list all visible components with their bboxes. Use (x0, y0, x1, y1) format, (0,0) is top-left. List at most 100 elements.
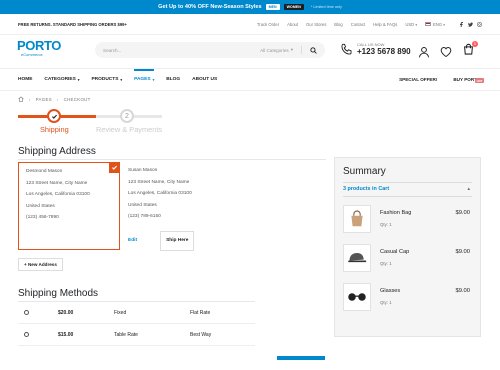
utility-link-stores[interactable]: Our Stores (306, 22, 326, 27)
product-qty: Qty: 1 (380, 300, 392, 305)
language-select[interactable]: ENG ▾ (425, 22, 445, 27)
cart-button[interactable]: 0 (462, 41, 478, 61)
utility-bar: FREE RETURNS. STANDARD SHIPPING ORDERS $… (18, 14, 482, 34)
breadcrumb-checkout: CHECKOUT (63, 96, 91, 102)
products-in-cart-toggle[interactable]: 3 products in Cart (343, 186, 389, 192)
promo-lead: Get Up to 40% OFF New-Season Styles (158, 4, 262, 10)
promo-women-button[interactable]: WOMEN (283, 4, 304, 10)
product-qty: Qty: 1 (380, 261, 392, 266)
utility-links: Track Order About Our Stores Blog Contac… (257, 21, 482, 27)
promo-men-button[interactable]: MEN (265, 4, 280, 10)
special-offer-link[interactable]: SPECIAL OFFER! (399, 77, 437, 82)
new-address-button[interactable]: + New Address (18, 258, 63, 271)
promo-note: * Limited time only (310, 5, 342, 9)
shipping-method-row[interactable]: $15.00 Table Rate Best Way (18, 324, 255, 346)
utility-link-help[interactable]: Help & FAQs (373, 22, 397, 27)
phone-number: +123 5678 890 (357, 47, 411, 56)
edit-address-link[interactable]: Edit (128, 235, 137, 247)
address-phone: (123) 789-6150 (128, 214, 161, 219)
address-city: Los Angeles, California 03100 (128, 191, 192, 196)
utility-link-contact[interactable]: Contact (351, 22, 365, 27)
instagram-icon[interactable] (477, 21, 482, 27)
chevron-down-icon: ▾ (120, 77, 123, 82)
address-country: United States (128, 202, 157, 208)
product-name: Casual Cap (380, 249, 410, 255)
selected-check (109, 162, 120, 173)
facebook-icon[interactable] (459, 21, 464, 27)
step-review-label: Review & Payments (96, 125, 163, 134)
divider (343, 196, 472, 197)
search-category-select[interactable]: All Categories ▾ (260, 47, 293, 53)
glasses-icon (343, 283, 371, 311)
shipping-method-code: Table Rate (114, 331, 138, 338)
utility-link-blog[interactable]: Blog (334, 22, 342, 27)
product-name: Glasses (380, 288, 401, 294)
nav-item-blog[interactable]: BLOG (166, 69, 180, 90)
buy-porto-link[interactable]: BUY PORTO! HOT (453, 77, 484, 83)
shipping-method-radio[interactable] (24, 310, 29, 315)
chevron-down-icon: ▾ (152, 77, 155, 82)
address-card[interactable]: Susan Mason 123 Street Name, City Name L… (121, 162, 221, 251)
next-button[interactable] (277, 356, 325, 360)
nav-item-about-us[interactable]: ABOUT US (192, 69, 217, 90)
check-icon (51, 114, 57, 119)
shipping-address-title: Shipping Address (18, 146, 96, 157)
address-phone: (123) 456-7890 (26, 215, 59, 220)
chevron-down-icon: ▾ (443, 22, 445, 27)
home-icon[interactable] (18, 96, 24, 102)
logo[interactable]: PORTO eCommerce (17, 39, 61, 57)
shipping-method-name: Best Way (190, 331, 212, 338)
address-street: 123 Street Name, City Name (128, 179, 190, 185)
shipping-method-radio[interactable] (24, 332, 29, 337)
nav-item-products[interactable]: PRODUCTS ▾ (91, 69, 122, 90)
cap-icon (343, 244, 371, 272)
address-card-selected[interactable]: Desmond Mason 123 Street Name, City Name… (18, 162, 120, 250)
logo-text: PORTO (17, 38, 61, 53)
ship-here-button[interactable]: Ship Here (160, 231, 195, 251)
hot-badge: HOT (475, 78, 484, 83)
promo-bar: Get Up to 40% OFF New-Season Styles MEN … (0, 0, 500, 14)
phone-contact[interactable]: CALL US NOW +123 5678 890 (340, 42, 411, 56)
phone-icon (341, 43, 352, 55)
search-input[interactable]: Search... (103, 48, 121, 53)
divider (301, 46, 302, 54)
shipping-method-price: $15.00 (58, 331, 74, 338)
address-name: Desmond Mason (26, 169, 63, 174)
currency-select[interactable]: USD ▾ (405, 22, 417, 27)
shipping-methods-title: Shipping Methods (18, 288, 99, 299)
shipping-method-price: $20.00 (58, 309, 74, 316)
nav-item-home[interactable]: HOME (18, 69, 32, 90)
utility-link-about[interactable]: About (287, 22, 298, 27)
nav-item-pages[interactable]: PAGES ▾ (134, 69, 155, 90)
address-city: Los Angeles, California 03100 (26, 192, 90, 197)
heart-icon[interactable] (440, 46, 452, 58)
divider (0, 90, 500, 91)
chevron-right-icon: › (56, 96, 59, 102)
divider (343, 182, 472, 183)
main-nav: HOME CATEGORIES ▾ PRODUCTS ▾ PAGES ▾ BLOG A… (18, 69, 217, 90)
bag-icon (343, 205, 371, 233)
utility-link-track-order[interactable]: Track Order (257, 22, 279, 27)
product-price: $9.00 (455, 210, 470, 216)
address-street: 123 Street Name, City Name (26, 180, 88, 186)
nav-item-categories[interactable]: CATEGORIES ▾ (44, 69, 79, 90)
nav-promo-links: SPECIAL OFFER! BUY PORTO! HOT (399, 69, 484, 90)
chevron-down-icon: ▾ (290, 47, 293, 52)
shipping-method-code: Fixed (114, 309, 127, 316)
chevron-up-icon[interactable]: ▴ (467, 186, 470, 192)
user-icon[interactable] (418, 46, 430, 58)
twitter-icon[interactable] (468, 22, 473, 27)
breadcrumb: › PAGES › CHECKOUT (18, 96, 91, 102)
chevron-down-icon: ▾ (77, 77, 80, 82)
step-shipping-label[interactable]: Shipping (40, 125, 69, 134)
summary-product: Fashion Bag Qty: 1 $9.00 (343, 205, 474, 235)
shipping-method-row[interactable]: $20.00 Fixed Flat Rate (18, 302, 255, 324)
step-review-indicator: 2 (120, 109, 134, 123)
search-bar[interactable]: Search... All Categories ▾ (95, 42, 325, 58)
chevron-right-icon: › (29, 96, 31, 102)
shipping-notice: FREE RETURNS. STANDARD SHIPPING ORDERS $… (18, 21, 127, 27)
breadcrumb-pages[interactable]: PAGES (36, 97, 52, 102)
address-name: Susan Mason (128, 168, 158, 173)
product-qty: Qty: 1 (380, 222, 392, 227)
search-icon[interactable] (310, 46, 317, 54)
